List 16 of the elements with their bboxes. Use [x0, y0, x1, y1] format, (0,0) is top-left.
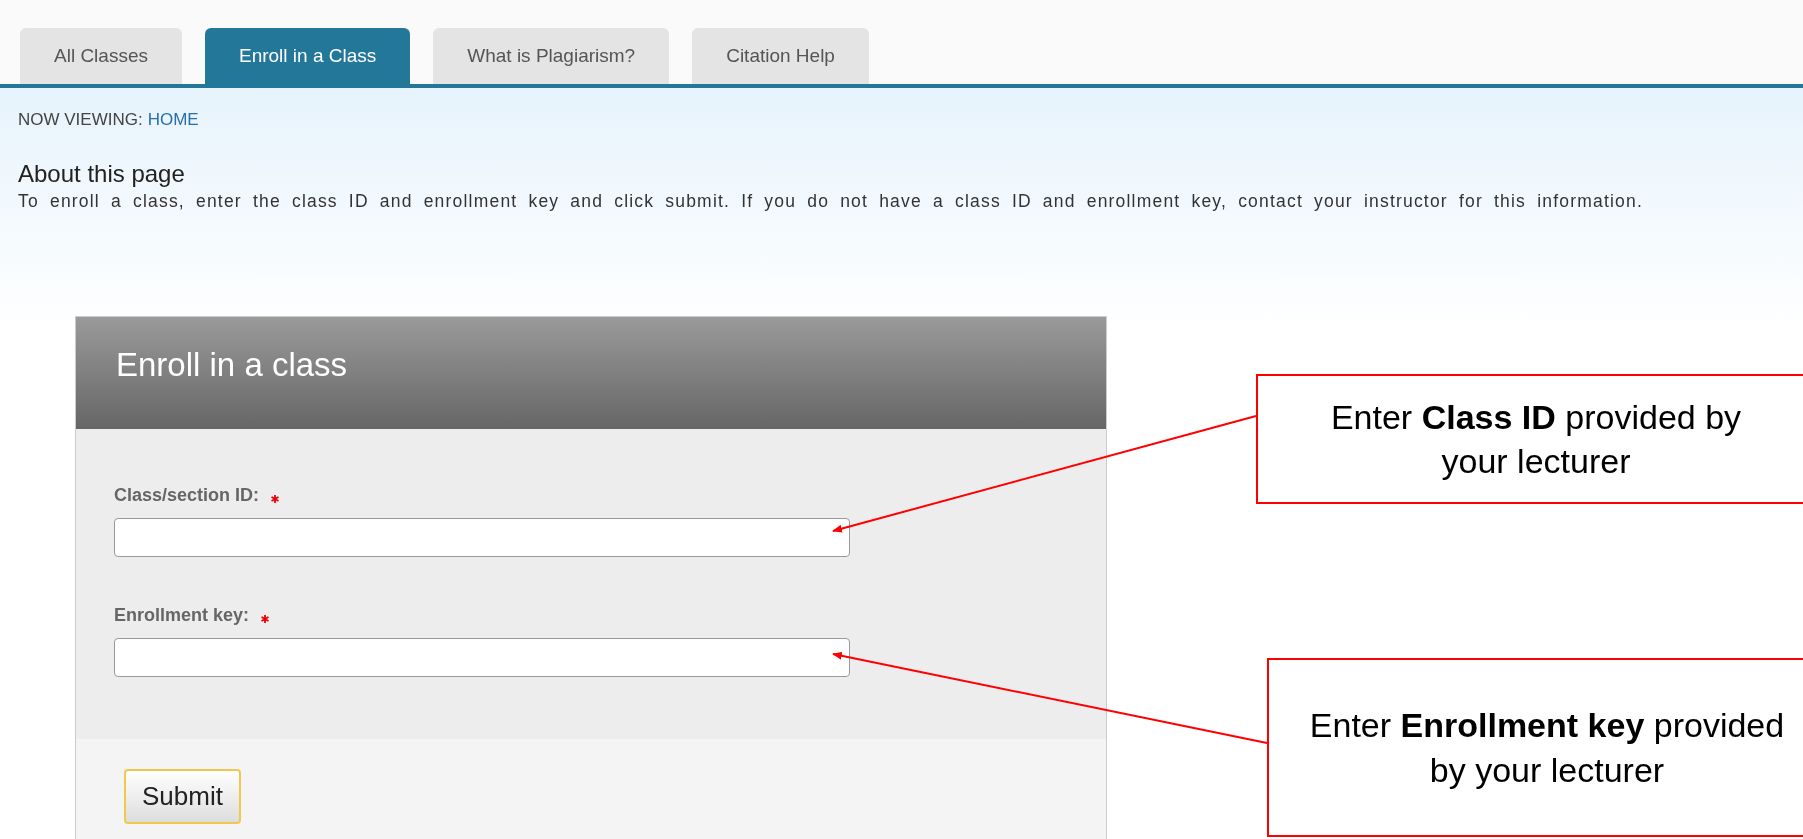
- tab[interactable]: Citation Help: [692, 28, 869, 84]
- callout-text: Enter Class ID provided by your lecturer: [1329, 396, 1743, 482]
- tab[interactable]: What is Plagiarism?: [433, 28, 670, 84]
- breadcrumb-label: NOW VIEWING:: [18, 110, 143, 130]
- section-title: About this page: [18, 160, 186, 188]
- instructions-text: To enroll a class, enter the class ID and enrollment key and click submit. If you do not have a class ID and enrollment key, contact your instructor for this information.: [18, 191, 1644, 212]
- callout-text: Enter Enrollment key provided by your lecturer: [1308, 705, 1786, 791]
- field-label: Enrollment key:: [114, 605, 250, 626]
- breadcrumb-link[interactable]: HOME: [147, 110, 199, 130]
- tab[interactable]: All Classes: [20, 28, 182, 84]
- submit-button[interactable]: Submit: [124, 769, 241, 824]
- form-title: Enroll in a class: [116, 346, 348, 384]
- field-label: Class/section ID:: [114, 485, 260, 506]
- tab[interactable]: Enroll in a Class: [205, 28, 411, 84]
- input-field[interactable]: [114, 638, 850, 677]
- input-field[interactable]: [114, 518, 850, 557]
